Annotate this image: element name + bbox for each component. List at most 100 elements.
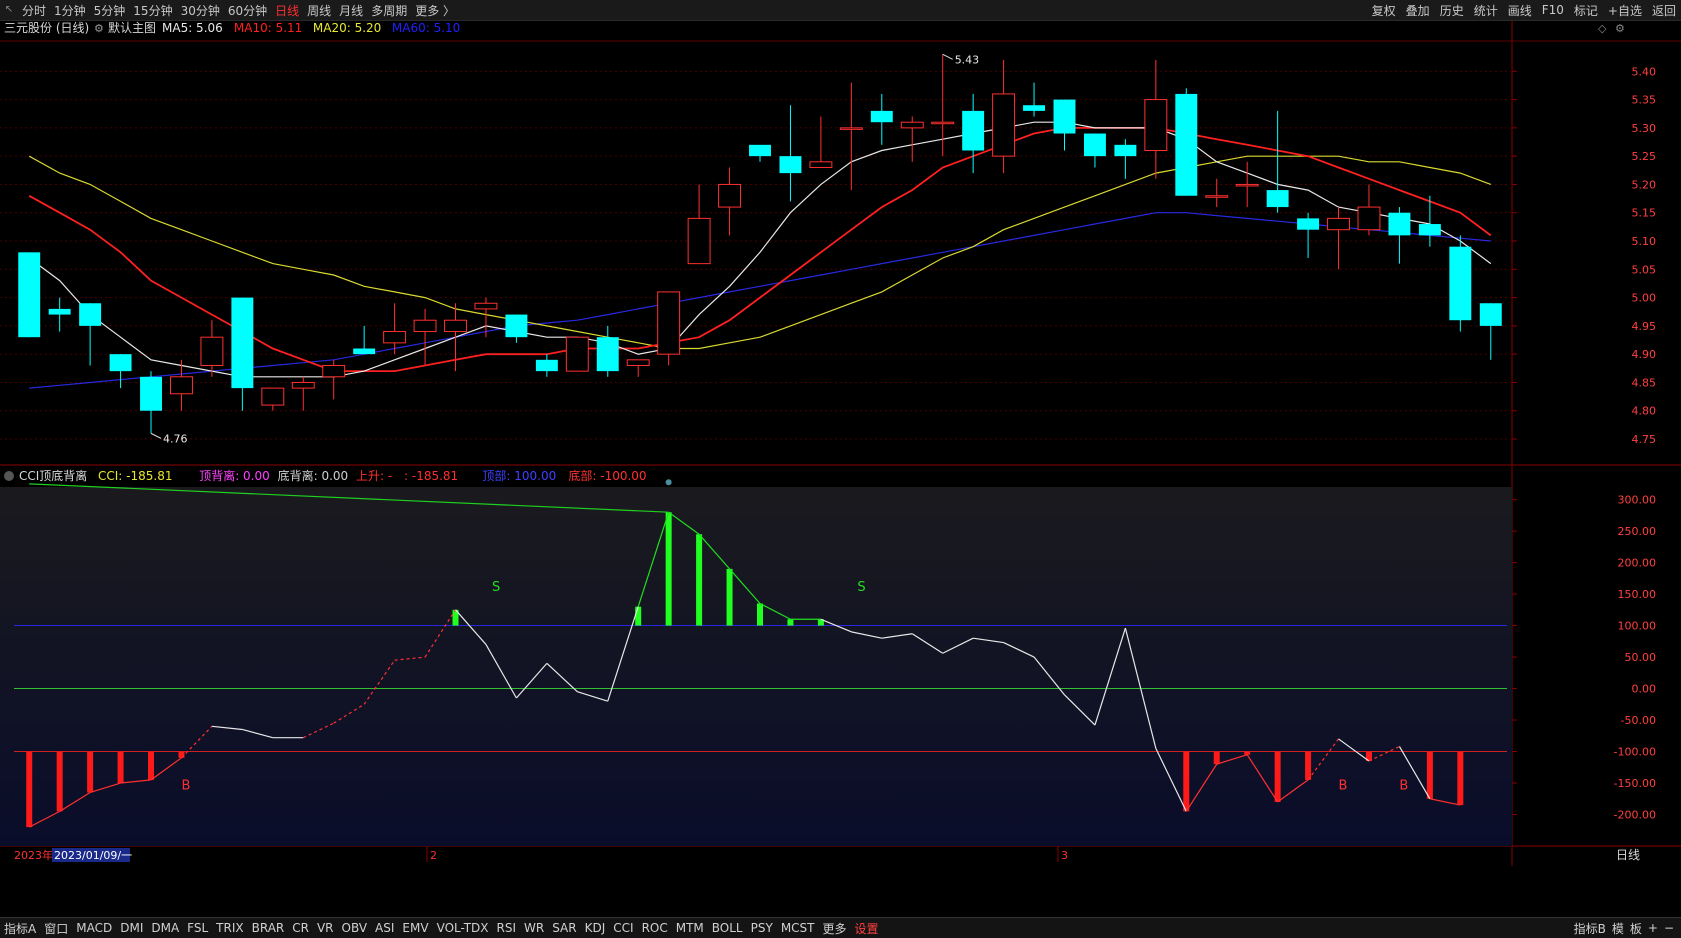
cci-legend-item: : -185.81 [404,469,458,483]
cci-overbought-bar [665,512,672,626]
tool-button[interactable]: 历史 [1435,2,1469,19]
indicator-tab[interactable]: CCI [609,921,637,935]
tool-button[interactable]: 统计 [1469,2,1503,19]
indicator-tab[interactable]: DMA [147,921,183,935]
candle-body [1327,217,1350,231]
cci-tick-label: 150.00 [1618,588,1657,601]
indicator-tab[interactable]: KDJ [581,921,610,935]
indicator-tab[interactable]: CR [288,921,313,935]
period-toolbar: ↖ 分时 1分钟 5分钟 15分钟 30分钟 60分钟 日线 周线 月线 多周期 更多 〉 复权 叠加… [0,0,1681,21]
period-label: 日线 [1616,848,1640,862]
candle-body [749,144,771,157]
tool-button[interactable]: 画线 [1503,2,1537,19]
indicator-tab[interactable]: BOLL [708,921,747,935]
timeframe-tab[interactable]: 周线 [303,2,335,19]
price-tick-label: 5.20 [1632,178,1657,191]
cci-oversold-bar [1274,751,1281,802]
tool-button[interactable]: 返回 [1647,2,1681,19]
cci-oversold-bar [1213,751,1220,765]
cci-overbought-bar [787,619,794,626]
timeframe-tab[interactable]: 更多 〉 [411,2,459,19]
bottom-control[interactable]: 模 [1609,920,1627,937]
cci-oversold-bar [148,751,155,780]
candle-body [200,336,224,366]
indicator-tab[interactable]: SAR [548,921,580,935]
indicator-tab[interactable]: 更多 [819,920,851,937]
tool-button[interactable]: 叠加 [1401,2,1435,19]
cci-legend-item: CCI: -185.81 [98,469,172,483]
indicator-tab[interactable]: EMV [398,921,432,935]
tool-button[interactable]: 复权 [1367,2,1401,19]
timeframe-tab[interactable]: 15分钟 [129,2,176,19]
timeframe-tab[interactable]: 60分钟 [224,2,271,19]
indicator-tab[interactable]: 设置 [851,920,883,937]
tool-button[interactable]: 标记 [1569,2,1603,19]
timeframe-tab[interactable]: 分时 [18,2,50,19]
ma-legend-item: MA20: 5.20 [313,21,381,35]
chart-area[interactable]: 5.43 4.76 S S B B B 4.75 4.80 4.85 4.90 4.95 5.00 5… [0,21,1681,916]
candle-body [809,161,833,168]
timeframe-tab[interactable]: 多周期 [367,2,411,19]
candle-body [1479,303,1502,326]
candle-body [657,291,681,355]
bottom-control[interactable]: + [1645,921,1661,935]
settings-icon: ⚙ [1615,22,1625,35]
candle-body [992,93,1016,157]
main-chart-icon: ⚙ [94,22,104,35]
indicator-tab[interactable]: PSY [747,921,777,935]
cci-oversold-bar [87,751,94,793]
candle-body [718,183,742,208]
cci-oversold-bar [178,751,185,758]
cci-oversold-bar [1244,751,1251,755]
indicator-tab[interactable]: 指标A [0,920,40,937]
bottom-control[interactable]: 板 [1627,920,1645,937]
timeframe-tab[interactable]: 30分钟 [177,2,224,19]
timeframe-tab[interactable]: 5分钟 [90,2,130,19]
indicator-tab[interactable]: MCST [777,921,819,935]
low-label: 4.76 [163,432,188,445]
indicator-tab[interactable]: MACD [72,921,116,935]
price-tick-label: 4.85 [1632,376,1657,389]
indicator-tab[interactable]: DMI [116,921,147,935]
price-tick-label: 5.35 [1632,94,1657,107]
menu-grip-icon[interactable]: ↖ [0,0,18,20]
indicator-tab[interactable]: FSL [183,921,212,935]
candle-body [779,156,802,174]
timeframe-tab[interactable]: 日线 [271,2,303,19]
candle-body [839,127,863,130]
cci-tick-label: 200.00 [1618,557,1657,570]
indicator-tab[interactable]: WR [520,921,548,935]
stock-title: 三元股份 (日线) [4,21,89,35]
price-tick-label: 5.15 [1632,207,1657,220]
indicator-tab[interactable]: VOL-TDX [433,921,493,935]
bottom-control[interactable]: − [1661,921,1677,935]
candle-body [474,302,498,310]
candle-body [413,319,437,333]
tool-button[interactable]: F10 [1537,3,1569,17]
indicator-tab[interactable]: OBV [338,921,372,935]
indicator-tab[interactable]: BRAR [248,921,289,935]
diamond-icon: ◇ [1598,22,1607,35]
timeframe-tab[interactable]: 月线 [335,2,367,19]
indicator-tab[interactable]: ROC [638,921,672,935]
indicator-tab[interactable]: TRIX [212,921,247,935]
tool-button[interactable]: +自选 [1603,2,1647,19]
indicator-tab[interactable]: ASI [371,921,398,935]
high-label: 5.43 [955,53,980,66]
sell-signal: S [857,580,865,595]
main-chart-label: 默认主图 [108,21,156,35]
indicator-tab[interactable]: MTM [672,921,708,935]
cci-oversold-bar [1457,751,1464,806]
cci-tick-label: 50.00 [1625,651,1657,664]
timeframe-tab[interactable]: 1分钟 [50,2,90,19]
candle-body [1175,93,1198,196]
ma-legend-item: MA10: 5.11 [234,21,302,35]
bottom-control[interactable]: 指标B [1571,920,1609,937]
indicator-tab[interactable]: RSI [493,921,521,935]
cci-tick-label: 0.00 [1632,683,1657,696]
indicator-tab[interactable]: VR [313,921,338,935]
ma-legend-item: MA5: 5.06 [162,21,223,35]
indicator-tab[interactable]: 窗口 [40,920,72,937]
cci-oversold-bar [56,751,63,812]
candle-body [1449,246,1472,321]
